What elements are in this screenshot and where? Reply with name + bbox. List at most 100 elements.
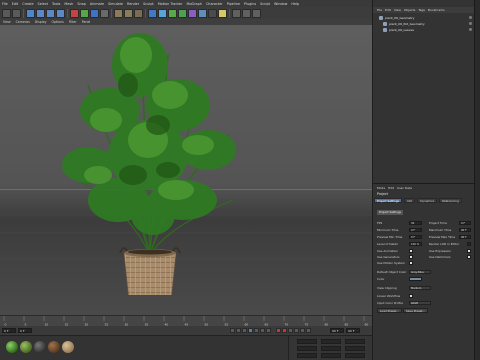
om-menu-file[interactable]: File xyxy=(377,8,382,12)
menu-edit[interactable]: Edit xyxy=(12,2,19,6)
rotation-h-field[interactable] xyxy=(345,339,365,344)
menu-snap[interactable]: Snap xyxy=(77,2,86,6)
previous-frame-icon[interactable] xyxy=(242,328,247,333)
project-time-field[interactable]: 0 F xyxy=(459,221,471,225)
light-icon[interactable] xyxy=(218,8,227,18)
coordinate-system-icon[interactable] xyxy=(100,8,109,18)
redo-icon[interactable] xyxy=(12,8,21,18)
menu-mograph[interactable]: MoGraph xyxy=(187,2,202,6)
menu-sculpt[interactable]: Sculpt xyxy=(143,2,154,6)
material-handles[interactable] xyxy=(48,341,60,353)
floor-icon[interactable] xyxy=(198,8,207,18)
timeline-ruler[interactable]: 0 5 10 15 20 25 30 35 40 45 50 55 60 65 70 75 80 85 90 xyxy=(0,315,372,327)
menu-file[interactable]: File xyxy=(2,2,8,6)
menu-pipeline[interactable]: Pipeline xyxy=(227,2,240,6)
lod-field[interactable]: 100 % xyxy=(409,242,422,246)
use-generators-checkbox[interactable] xyxy=(409,255,413,259)
key-rotation-icon[interactable] xyxy=(306,328,311,333)
camera-icon[interactable] xyxy=(208,8,217,18)
render-picture-viewer-icon[interactable] xyxy=(124,8,133,18)
default-color-select[interactable]: Gray-Blue xyxy=(409,270,431,274)
max-frame-field[interactable]: 90 F xyxy=(346,328,360,333)
om-menu-view[interactable]: View xyxy=(394,8,401,12)
min-time-field[interactable]: 0 F xyxy=(409,228,422,232)
position-x-field[interactable] xyxy=(297,339,317,344)
am-menu-user-data[interactable]: User Data xyxy=(397,186,412,190)
model-mode-icon[interactable] xyxy=(232,8,241,18)
go-to-start-icon[interactable] xyxy=(230,328,235,333)
current-frame-field[interactable]: 0 F xyxy=(18,328,32,333)
cube-icon[interactable] xyxy=(148,8,157,18)
record-icon[interactable] xyxy=(276,328,281,333)
menu-plugins[interactable]: Plugins xyxy=(244,2,256,6)
visibility-dot-icon[interactable] xyxy=(469,28,472,31)
menu-window[interactable]: Window xyxy=(274,2,287,6)
menu-mesh[interactable]: Mesh xyxy=(64,2,73,6)
viewport-menu-panel[interactable]: Panel xyxy=(82,20,91,24)
material-stems[interactable] xyxy=(20,341,32,353)
texture-mode-icon[interactable] xyxy=(242,8,251,18)
previous-key-icon[interactable] xyxy=(236,328,241,333)
undo-icon[interactable] xyxy=(2,8,11,18)
rotation-b-field[interactable] xyxy=(345,353,365,358)
next-frame-icon[interactable] xyxy=(254,328,259,333)
scale-z-field[interactable] xyxy=(321,353,341,358)
om-menu-bookmarks[interactable]: Bookmarks xyxy=(428,8,445,12)
object-row[interactable]: plant_06_Leaves xyxy=(373,27,480,33)
viewport-menu-filter[interactable]: Filter xyxy=(69,20,77,24)
use-deformers-checkbox[interactable] xyxy=(467,255,471,259)
menu-render[interactable]: Render xyxy=(127,2,139,6)
max-time-field[interactable]: 90 F xyxy=(459,228,471,232)
subdivision-surface-icon[interactable] xyxy=(168,8,177,18)
input-color-select[interactable]: sRGB xyxy=(409,301,431,305)
render-lod-checkbox[interactable] xyxy=(467,242,471,246)
visibility-dot-icon[interactable] xyxy=(469,22,472,25)
use-expression-checkbox[interactable] xyxy=(467,249,471,253)
viewport-menu-display[interactable]: Display xyxy=(35,20,47,24)
visibility-dot-icon[interactable] xyxy=(469,16,472,19)
menu-help[interactable]: Help xyxy=(291,2,299,6)
position-z-field[interactable] xyxy=(297,353,317,358)
viewport-menu-cameras[interactable]: Cameras xyxy=(16,20,30,24)
end-frame-field[interactable]: 90 F xyxy=(330,328,344,333)
scale-x-field[interactable] xyxy=(321,339,341,344)
autokey-icon[interactable] xyxy=(282,328,287,333)
scale-y-field[interactable] xyxy=(321,346,341,351)
menu-select[interactable]: Select xyxy=(38,2,48,6)
material-leaves[interactable] xyxy=(6,341,18,353)
pen-icon[interactable] xyxy=(158,8,167,18)
points-mode-icon[interactable] xyxy=(252,8,261,18)
am-menu-mode[interactable]: Mode xyxy=(377,186,385,190)
perspective-viewport[interactable] xyxy=(0,25,372,315)
key-scale-icon[interactable] xyxy=(300,328,305,333)
menu-create[interactable]: Create xyxy=(22,2,33,6)
use-animation-checkbox[interactable] xyxy=(409,249,413,253)
tab-dynamics[interactable]: Dynamics xyxy=(417,198,438,203)
rotate-icon[interactable] xyxy=(56,8,65,18)
view-clipping-select[interactable]: Medium xyxy=(409,286,431,290)
scale-icon[interactable] xyxy=(46,8,55,18)
rotation-p-field[interactable] xyxy=(345,346,365,351)
om-menu-objects[interactable]: Objects xyxy=(404,8,415,12)
om-menu-tags[interactable]: Tags xyxy=(418,8,425,12)
keyframe-selection-icon[interactable] xyxy=(288,328,293,333)
tab-referencing[interactable]: Referencing xyxy=(439,198,462,203)
load-preset-button[interactable]: Load Preset... xyxy=(377,308,402,313)
position-y-field[interactable] xyxy=(297,346,317,351)
axis-y-icon[interactable] xyxy=(80,8,89,18)
linear-workflow-checkbox[interactable] xyxy=(409,294,413,298)
save-preset-button[interactable]: Save Preset... xyxy=(403,308,429,313)
menu-motion-tracker[interactable]: Motion Tracker xyxy=(158,2,183,6)
viewport-menu-options[interactable]: Options xyxy=(52,20,64,24)
preview-max-field[interactable]: 90 F xyxy=(459,235,471,239)
viewport-menu-view[interactable]: View xyxy=(3,20,11,24)
live-selection-icon[interactable] xyxy=(26,8,35,18)
side-tabs[interactable] xyxy=(474,0,480,360)
axis-x-icon[interactable] xyxy=(70,8,79,18)
material-basket[interactable] xyxy=(62,341,74,353)
menu-character[interactable]: Character xyxy=(206,2,223,6)
next-key-icon[interactable] xyxy=(260,328,265,333)
material-soil[interactable] xyxy=(34,341,46,353)
om-menu-edit[interactable]: Edit xyxy=(385,8,391,12)
am-menu-edit[interactable]: Edit xyxy=(388,186,394,190)
